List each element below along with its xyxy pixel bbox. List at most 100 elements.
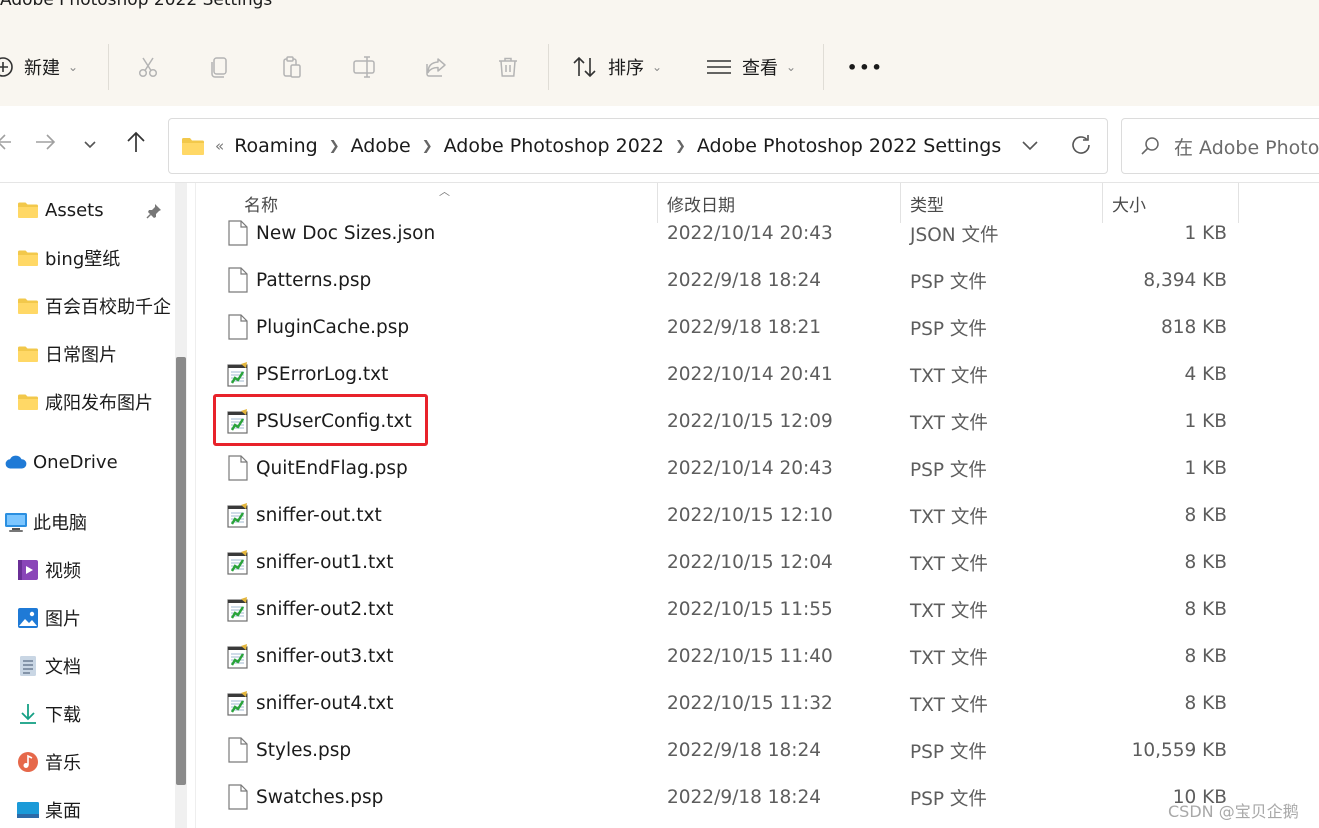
copy-button[interactable] [208, 34, 232, 100]
sidebar-item-label: 此电脑 [33, 513, 87, 534]
sidebar-item-videos[interactable]: 视频 [0, 555, 81, 585]
file-name: Swatches.psp [256, 787, 384, 808]
sidebar-scrollbar-thumb[interactable] [176, 357, 186, 785]
sidebar-item-this-pc[interactable]: 此电脑 [0, 507, 87, 537]
rename-icon [352, 55, 378, 79]
delete-button[interactable] [496, 34, 520, 100]
file-icon [227, 314, 249, 340]
file-name: PluginCache.psp [256, 317, 410, 338]
breadcrumb-overflow[interactable]: « [215, 137, 224, 155]
sort-button[interactable]: 排序 ⌄ [572, 34, 662, 100]
file-type: TXT 文件 [910, 553, 988, 575]
breadcrumb-photoshop-2022[interactable]: Adobe Photoshop 2022 [444, 135, 664, 157]
file-type: TXT 文件 [910, 647, 988, 669]
video-icon [16, 558, 40, 582]
file-row[interactable]: Styles.psp 2022/9/18 18:24 PSP 文件 10,559 KB [196, 727, 1319, 774]
arrow-right-icon [34, 132, 56, 156]
sidebar-item-xianyang[interactable]: 咸阳发布图片 [0, 387, 153, 417]
file-name: sniffer-out4.txt [256, 693, 394, 714]
back-button[interactable] [0, 106, 14, 182]
forward-button[interactable] [30, 106, 60, 182]
copy-icon [208, 55, 232, 79]
text-file-icon [227, 502, 249, 528]
sidebar-item-downloads[interactable]: 下载 [0, 699, 81, 729]
view-button[interactable]: 查看 ⌄ [706, 34, 796, 100]
text-file-icon [227, 690, 249, 716]
file-size: 8 KB [1184, 552, 1227, 573]
search-box[interactable]: 在 Adobe Photo [1121, 118, 1319, 174]
file-name: Styles.psp [256, 740, 352, 761]
file-name: Patterns.psp [256, 270, 372, 291]
text-file-icon [227, 408, 249, 434]
file-row[interactable]: PSErrorLog.txt 2022/10/14 20:41 TXT 文件 4 KB [196, 351, 1319, 398]
breadcrumb-photoshop-settings[interactable]: Adobe Photoshop 2022 Settings [697, 135, 1001, 157]
sidebar-item-music[interactable]: 音乐 [0, 747, 81, 777]
file-size: 8 KB [1184, 505, 1227, 526]
sidebar-item-baihui[interactable]: 百会百校助千企 [0, 291, 171, 321]
file-type: PSP 文件 [910, 271, 987, 293]
file-row[interactable]: PSUserConfig.txt 2022/10/15 12:09 TXT 文件 1 … [196, 398, 1319, 445]
address-bar[interactable]: « Roaming ❯ Adobe ❯ Adobe Photoshop 2022… [168, 118, 1108, 174]
up-button[interactable] [122, 106, 150, 182]
new-button[interactable]: 新建 ⌄ [0, 34, 78, 100]
file-row[interactable]: sniffer-out.txt 2022/10/15 12:10 TXT 文件 8 K… [196, 492, 1319, 539]
sidebar-item-documents[interactable]: 文档 [0, 651, 81, 681]
sidebar-item-onedrive[interactable]: OneDrive [0, 447, 118, 477]
window-title: Adobe Photoshop 2022 Settings [0, 0, 273, 10]
file-row[interactable]: sniffer-out3.txt 2022/10/15 11:40 TXT 文件 8 … [196, 633, 1319, 680]
file-size: 8 KB [1184, 693, 1227, 714]
recent-locations-button[interactable] [78, 106, 102, 182]
sidebar-item-assets[interactable]: Assets [0, 195, 104, 225]
file-row[interactable]: Swatches.psp 2022/9/18 18:24 PSP 文件 10 KB [196, 774, 1319, 821]
rename-button[interactable] [352, 34, 378, 100]
clipboard-icon [280, 55, 304, 79]
computer-icon [4, 510, 28, 534]
title-and-toolbar-area: Adobe Photoshop 2022 Settings 新建 ⌄ 排序 ⌄ … [0, 0, 1319, 106]
folder-icon [16, 198, 40, 222]
sidebar-item-label: OneDrive [33, 451, 118, 473]
chevron-down-icon: ⌄ [68, 60, 79, 74]
sidebar-item-pictures[interactable]: 图片 [0, 603, 81, 633]
music-icon [16, 750, 40, 774]
file-row[interactable]: sniffer-out2.txt 2022/10/15 11:55 TXT 文件 8 … [196, 586, 1319, 633]
more-options-button[interactable]: ••• [847, 34, 884, 100]
file-date: 2022/10/15 12:09 [667, 411, 833, 432]
breadcrumb-roaming[interactable]: Roaming [234, 135, 318, 157]
plus-circle-icon [0, 56, 14, 78]
share-button[interactable] [424, 34, 448, 100]
address-dropdown-button[interactable] [1021, 137, 1039, 156]
folder-icon [181, 136, 205, 156]
file-row[interactable]: PluginCache.psp 2022/9/18 18:21 PSP 文件 818 … [196, 304, 1319, 351]
sidebar-item-daily-pictures[interactable]: 日常图片 [0, 339, 117, 369]
file-date: 2022/10/14 20:43 [667, 458, 833, 479]
breadcrumb-adobe[interactable]: Adobe [351, 135, 411, 157]
chevron-down-icon: ⌄ [786, 60, 797, 74]
paste-button[interactable] [280, 34, 304, 100]
chevron-right-icon[interactable]: ❯ [675, 139, 686, 154]
chevron-right-icon[interactable]: ❯ [422, 139, 433, 154]
file-row[interactable]: sniffer-out1.txt 2022/10/15 12:04 TXT 文件 8 … [196, 539, 1319, 586]
file-size: 8 KB [1184, 646, 1227, 667]
file-row[interactable]: QuitEndFlag.psp 2022/10/14 20:43 PSP 文件 1 K… [196, 445, 1319, 492]
file-type: PSP 文件 [910, 741, 987, 763]
file-row[interactable]: sniffer-out4.txt 2022/10/15 11:32 TXT 文件 8 … [196, 680, 1319, 727]
pin-icon[interactable] [146, 203, 162, 223]
cut-button[interactable] [136, 34, 160, 100]
chevron-right-icon[interactable]: ❯ [329, 139, 340, 154]
text-file-icon [227, 596, 249, 622]
chevron-down-icon [1021, 137, 1039, 156]
refresh-button[interactable] [1069, 133, 1093, 161]
file-row[interactable]: New Doc Sizes.json 2022/10/14 20:43 JSON 文… [196, 210, 1319, 257]
sort-ascending-icon: ︿ [439, 185, 450, 198]
file-row[interactable]: Patterns.psp 2022/9/18 18:24 PSP 文件 8,394 K… [196, 257, 1319, 304]
share-icon [424, 55, 448, 79]
breadcrumb: « Roaming ❯ Adobe ❯ Adobe Photoshop 2022… [181, 119, 1001, 173]
text-file-icon [227, 549, 249, 575]
search-icon [1140, 136, 1160, 156]
file-name: sniffer-out2.txt [256, 599, 394, 620]
file-type: TXT 文件 [910, 365, 988, 387]
sidebar-item-desktop[interactable]: 桌面 [0, 795, 81, 825]
file-type: TXT 文件 [910, 506, 988, 528]
cloud-icon [4, 450, 28, 474]
sidebar-item-bing-wallpaper[interactable]: bing壁纸 [0, 243, 120, 273]
